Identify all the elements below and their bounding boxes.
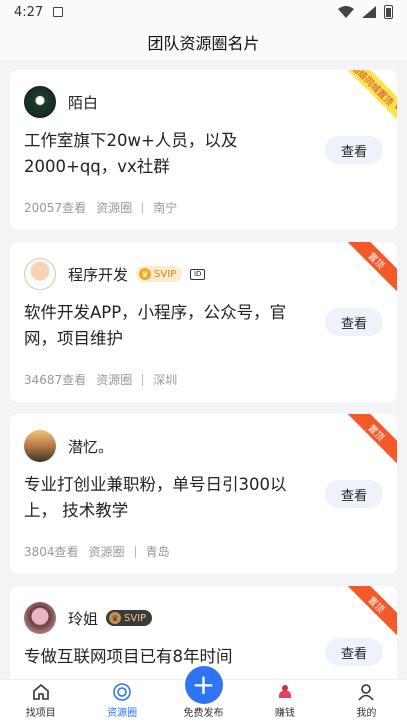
view-button[interactable]: 查看 <box>325 136 383 164</box>
wifi-icon <box>338 6 354 18</box>
svip-badge: ♛ SVIP <box>106 610 153 626</box>
city-label: 南宁 <box>153 201 178 215</box>
divider <box>142 373 144 386</box>
user-name[interactable]: 程序开发 <box>68 264 128 285</box>
tab-label: 赚钱 <box>274 708 295 719</box>
divider <box>142 201 144 214</box>
status-time: 4:27 <box>14 4 44 20</box>
card-meta: 20057查看 资源圈 南宁 <box>24 199 177 216</box>
user-name[interactable]: 玲姐 <box>68 608 98 629</box>
divider <box>134 545 136 558</box>
avatar[interactable] <box>24 86 56 118</box>
svip-label: SVIP <box>154 268 177 280</box>
signal-icon <box>362 6 376 18</box>
battery-icon <box>384 5 393 19</box>
avatar[interactable] <box>24 602 56 634</box>
card-description: 工作室旗下20w+人员，以及2000+qq，vx社群 <box>24 131 238 176</box>
tab-label: 免费发布 <box>183 708 224 719</box>
view-button[interactable]: 查看 <box>325 308 383 336</box>
category-label: 资源圈 <box>96 373 133 387</box>
svip-badge: ♛ SVIP <box>136 266 183 282</box>
view-count: 20057查看 <box>24 201 87 215</box>
crown-icon: ♛ <box>109 612 122 624</box>
avatar[interactable] <box>24 258 56 290</box>
view-count: 3804查看 <box>24 545 79 559</box>
tab-label: 我的 <box>356 708 377 719</box>
money-icon <box>278 685 292 698</box>
tab-earn-money[interactable]: 赚钱 <box>244 680 325 723</box>
card-description: 软件开发APP，小程序，公众号，官网，项目维护 <box>24 303 287 348</box>
tab-label: 资源圈 <box>107 708 138 719</box>
card-description: 专业打创业兼职粉，单号日引300以上， 技术教学 <box>24 475 287 520</box>
tab-label: 找项目 <box>25 708 56 719</box>
card-meta: 34687查看 资源圈 深圳 <box>24 371 177 388</box>
card-description: 专做互联网项目已有8年时间 <box>24 647 233 666</box>
resource-circle-icon <box>113 683 131 701</box>
city-label: 青岛 <box>145 545 170 559</box>
status-bar: 4:27 <box>0 0 407 24</box>
crown-icon: ♛ <box>139 268 152 280</box>
tab-mine[interactable]: 我的 <box>326 680 407 723</box>
page-title-bar: 团队资源圈名片 <box>0 24 407 60</box>
resource-card[interactable]: 置顶 潜忆。 专业打创业兼职粉，单号日引300以上， 技术教学 查看 3804查… <box>10 414 397 574</box>
category-label: 资源圈 <box>96 201 133 215</box>
page-title: 团队资源圈名片 <box>147 34 260 53</box>
resource-card[interactable]: 置顶 程序开发 ♛ SVIP ID 软件开发APP，小程序，公众号，官网，项目维护… <box>10 242 397 402</box>
card-list[interactable]: 超级同城置顶 ★ 陌白 工作室旗下20w+人员，以及2000+qq，vx社群 查看… <box>0 62 407 679</box>
view-count: 34687查看 <box>24 373 87 387</box>
resource-card[interactable]: 超级同城置顶 ★ 陌白 工作室旗下20w+人员，以及2000+qq，vx社群 查看… <box>10 70 397 230</box>
tab-resource-circle[interactable]: 资源圈 <box>81 680 162 723</box>
avatar[interactable] <box>24 430 56 462</box>
city-label: 深圳 <box>153 373 178 387</box>
notification-icon <box>53 7 64 17</box>
tab-free-publish[interactable]: + 免费发布 <box>163 666 244 723</box>
view-button[interactable]: 查看 <box>325 480 383 508</box>
home-icon <box>32 683 49 700</box>
tab-find-project[interactable]: 找项目 <box>0 680 81 723</box>
user-name[interactable]: 潜忆。 <box>68 436 113 457</box>
bottom-tab-bar: 找项目 资源圈 + 免费发布 赚钱 我的 <box>0 666 407 723</box>
plus-icon[interactable]: + <box>184 666 223 704</box>
view-button[interactable]: 查看 <box>325 638 383 666</box>
user-name[interactable]: 陌白 <box>68 92 98 113</box>
user-icon <box>358 684 374 701</box>
category-label: 资源圈 <box>88 545 125 559</box>
card-meta: 3804查看 资源圈 青岛 <box>24 543 170 560</box>
verified-id-icon: ID <box>190 268 206 280</box>
svip-label: SVIP <box>124 612 147 624</box>
